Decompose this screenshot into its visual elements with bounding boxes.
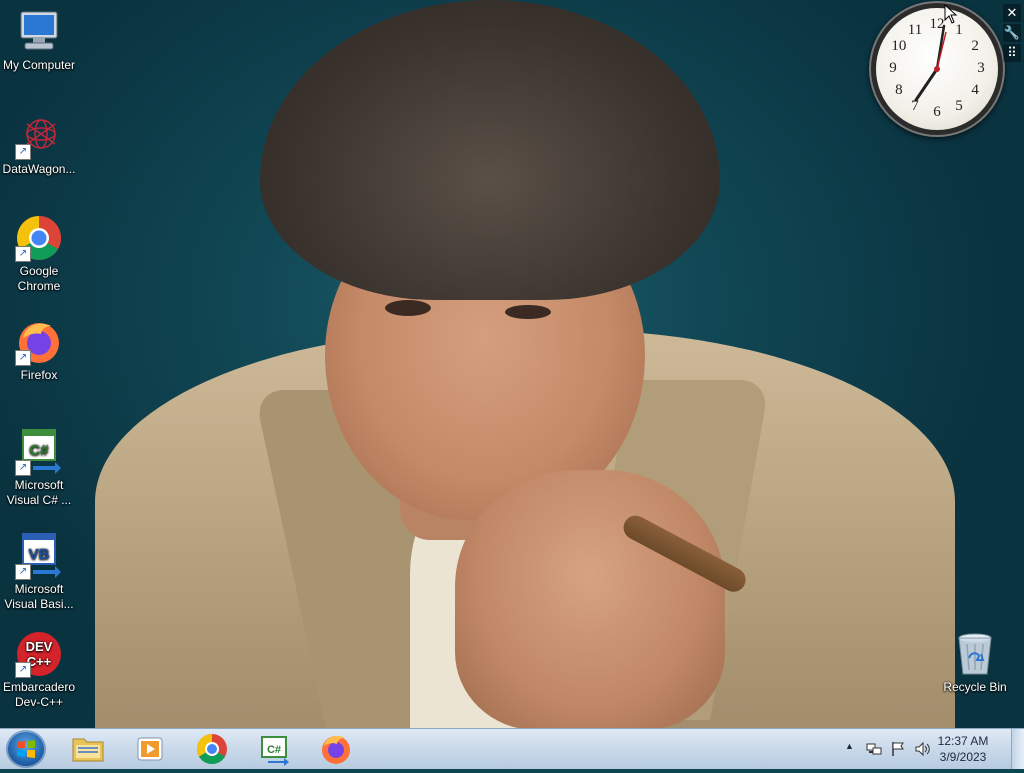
shortcut-arrow-icon: ↗ — [15, 460, 31, 476]
desktop-icon-visual-csharp[interactable]: C# ↗ Microsoft Visual C# ... — [0, 428, 78, 508]
start-button[interactable] — [6, 730, 46, 768]
gadget-toolbar: ✕ 🔧 ⠿ — [1003, 4, 1021, 64]
svg-text:C#: C# — [29, 442, 49, 459]
drag-handle-icon[interactable]: ⠿ — [1003, 44, 1021, 62]
svg-text:DEV: DEV — [26, 639, 53, 654]
close-icon[interactable]: ✕ — [1003, 4, 1021, 22]
devcpp-icon: DEV C++ ↗ — [15, 630, 63, 678]
wallpaper-hair — [260, 0, 720, 300]
taskbar: C# ▲ 12:37 AM 3/9/2023 — [0, 728, 1024, 769]
firefox-icon — [322, 735, 350, 764]
action-center-flag-icon[interactable] — [890, 741, 906, 757]
desktop[interactable]: My Computer ↗ DataWagon... ↗ Google Chro… — [0, 0, 1024, 728]
wrench-icon[interactable]: 🔧 — [1003, 24, 1021, 42]
clock-center-pin — [934, 66, 940, 72]
taskbar-firefox[interactable] — [314, 731, 358, 767]
shortcut-arrow-icon: ↗ — [15, 564, 31, 580]
desktop-icon-label: Google Chrome — [17, 264, 61, 293]
chrome-icon: ↗ — [15, 214, 63, 262]
media-player-icon — [137, 737, 163, 761]
firefox-icon: ↗ — [15, 318, 63, 366]
desktop-icon-firefox[interactable]: ↗ Firefox — [0, 318, 78, 383]
clock-hands — [914, 24, 947, 102]
taskbar-media-player[interactable] — [128, 731, 172, 767]
chrome-icon — [196, 734, 227, 765]
shortcut-arrow-icon: ↗ — [15, 662, 31, 678]
clock-gadget[interactable]: 12 1 2 3 4 5 6 7 8 9 10 11 — [876, 8, 998, 130]
wallpaper-eye-right — [505, 305, 551, 319]
wallpaper-eye-left — [385, 300, 431, 316]
desktop-icon-label: Embarcadero Dev-C++ — [2, 680, 76, 709]
desktop-icon-label: My Computer — [2, 58, 76, 72]
computer-icon — [15, 8, 63, 56]
network-icon[interactable] — [866, 741, 882, 757]
shortcut-arrow-icon: ↗ — [15, 246, 31, 262]
taskbar-clock[interactable]: 12:37 AM 3/9/2023 — [928, 733, 998, 765]
desktop-icon-label: Microsoft Visual Basi... — [4, 582, 74, 611]
datawagon-icon: ↗ — [15, 112, 63, 160]
tray-overflow-arrow-icon[interactable]: ▲ — [845, 741, 854, 751]
desktop-icon-google-chrome[interactable]: ↗ Google Chrome — [0, 214, 78, 294]
desktop-icon-recycle-bin[interactable]: Recycle Bin — [936, 630, 1014, 695]
shortcut-arrow-icon: ↗ — [15, 350, 31, 366]
show-desktop-button[interactable] — [1011, 729, 1024, 769]
taskbar-file-explorer[interactable] — [66, 731, 110, 767]
visual-csharp-icon: C# — [261, 736, 289, 766]
wallpaper-hands — [455, 470, 725, 728]
folder-icon — [72, 738, 104, 762]
visual-csharp-icon: C# ↗ — [15, 428, 63, 476]
taskbar-visual-csharp[interactable]: C# — [252, 731, 296, 767]
recycle-bin-icon — [951, 630, 999, 678]
taskbar-chrome[interactable] — [190, 731, 234, 767]
desktop-icon-datawagon[interactable]: ↗ DataWagon... — [0, 112, 78, 177]
svg-text:VB: VB — [29, 546, 50, 563]
mouse-cursor-icon — [944, 4, 958, 24]
desktop-icon-label: Microsoft Visual C# ... — [6, 478, 72, 507]
taskbar-date: 3/9/2023 — [939, 750, 987, 764]
windows-logo-icon — [17, 740, 35, 758]
desktop-icon-label: Recycle Bin — [943, 680, 1007, 694]
desktop-icon-visual-basic[interactable]: VB ↗ Microsoft Visual Basi... — [0, 532, 78, 612]
taskbar-time: 12:37 AM — [937, 734, 989, 748]
desktop-icon-label: DataWagon... — [2, 162, 76, 176]
svg-text:C#: C# — [267, 744, 281, 756]
shortcut-arrow-icon: ↗ — [15, 144, 31, 160]
visual-basic-icon: VB ↗ — [15, 532, 63, 580]
desktop-icon-label: Firefox — [20, 368, 58, 382]
desktop-icon-devcpp[interactable]: DEV C++ ↗ Embarcadero Dev-C++ — [0, 630, 78, 710]
desktop-icon-my-computer[interactable]: My Computer — [0, 8, 78, 73]
clock-hour-hand — [914, 67, 939, 102]
